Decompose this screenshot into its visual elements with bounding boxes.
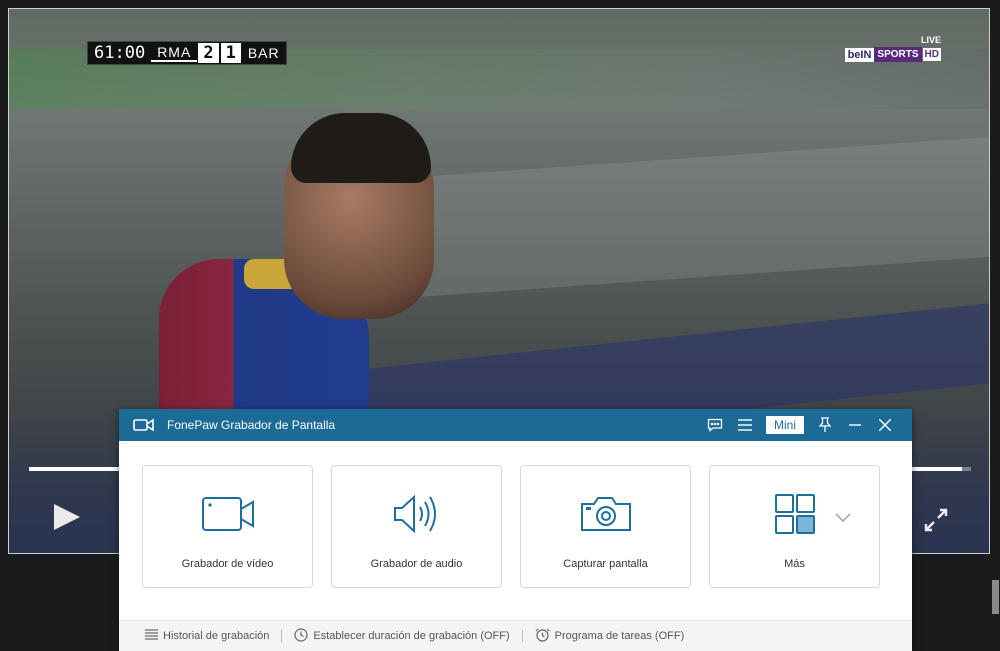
audio-recorder-label: Grabador de audio: [370, 558, 463, 570]
alarm-clock-icon: [535, 628, 550, 645]
app-logo-icon: [133, 417, 155, 433]
mini-button[interactable]: Mini: [765, 416, 804, 434]
title-bar: FonePaw Grabador de Pantalla Mini: [119, 409, 912, 441]
video-camera-icon: [143, 492, 312, 536]
fonepaw-window: FonePaw Grabador de Pantalla Mini Grabad…: [119, 409, 912, 651]
home-team: RMA: [151, 44, 198, 62]
audio-recorder-button[interactable]: Grabador de audio: [331, 465, 502, 588]
camera-icon: [521, 492, 690, 536]
video-recorder-label: Grabador de vídeo: [181, 558, 274, 570]
more-label: Más: [784, 558, 805, 570]
clock-icon: [294, 627, 308, 645]
broadcaster-sports: SPORTS: [874, 47, 922, 62]
pin-icon[interactable]: [810, 409, 840, 441]
home-score: 2: [198, 43, 219, 63]
footer-bar: Historial de grabación Establecer duraci…: [119, 620, 912, 651]
set-duration-button[interactable]: Establecer duración de grabación (OFF): [282, 627, 521, 645]
screen-capture-label: Capturar pantalla: [563, 558, 648, 570]
minimize-icon[interactable]: [840, 409, 870, 441]
close-icon[interactable]: [870, 409, 900, 441]
play-icon[interactable]: [54, 504, 80, 530]
away-score: 1: [220, 43, 241, 63]
menu-icon[interactable]: [730, 409, 760, 441]
grid-icon: [710, 492, 879, 536]
video-recorder-button[interactable]: Grabador de vídeo: [142, 465, 313, 588]
scrollbar-thumb[interactable]: [992, 580, 999, 614]
video-background-stripe: [359, 136, 989, 302]
chevron-down-icon[interactable]: [835, 510, 851, 528]
broadcaster-logo: LIVE beIN SPORTS HD: [844, 35, 941, 62]
feedback-icon[interactable]: [700, 409, 730, 441]
scoreboard: 61:00 RMA 2 1 BAR: [87, 41, 287, 65]
task-schedule-label: Programa de tareas (OFF): [554, 630, 685, 642]
fullscreen-icon[interactable]: [923, 507, 949, 533]
app-title: FonePaw Grabador de Pantalla: [167, 418, 336, 432]
recorder-options: Grabador de vídeo Grabador de audio Capt…: [142, 465, 880, 588]
match-clock: 61:00: [94, 43, 146, 63]
recording-history-button[interactable]: Historial de grabación: [119, 629, 281, 643]
recording-history-label: Historial de grabación: [163, 630, 270, 642]
screen-capture-button[interactable]: Capturar pantalla: [520, 465, 691, 588]
set-duration-label: Establecer duración de grabación (OFF): [313, 630, 510, 642]
away-team: BAR: [247, 45, 280, 61]
broadcaster-hd: HD: [922, 48, 941, 61]
broadcaster-brand: beIN: [844, 47, 875, 62]
video-player-figure: [291, 113, 431, 183]
list-icon: [145, 629, 158, 643]
live-label: LIVE: [920, 35, 941, 45]
more-button[interactable]: Más: [709, 465, 880, 588]
task-schedule-button[interactable]: Programa de tareas (OFF): [523, 628, 697, 645]
speaker-icon: [332, 492, 501, 536]
